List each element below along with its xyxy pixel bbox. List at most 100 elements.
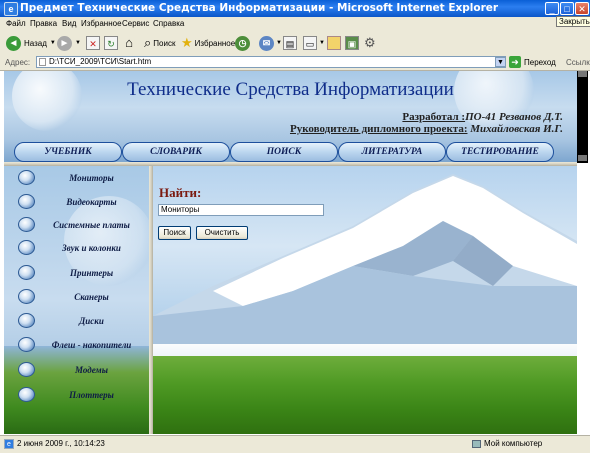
address-input[interactable]: D:\ТСИ_2009\ТСИ\Start.htm: [36, 56, 506, 68]
grass-background: [153, 356, 577, 434]
developer-label: Разработал :: [402, 111, 466, 123]
status-bar: e 2 июня 2009 г., 10:14:23 Мой компьютер: [0, 435, 590, 453]
address-bar: Адрес: D:\ТСИ_2009\ТСИ\Start.htm ▼ ➜ Пер…: [0, 55, 590, 71]
forward-arrow-icon: ►: [57, 35, 72, 51]
menu-help[interactable]: Справка: [153, 19, 184, 28]
sidebar-item-monitors[interactable]: Мониторы: [18, 169, 148, 186]
chevron-down-icon: ▼: [319, 40, 325, 46]
research-icon: ⚙: [364, 35, 376, 50]
toolbar: ◄ Назад ▼ ► ▼ ✕ ↻ ⌂ ⌕ Поиск ★ Избранное …: [0, 31, 590, 56]
zone-label: Мой компьютер: [484, 439, 543, 448]
clear-button[interactable]: Очистить: [196, 226, 248, 240]
scroll-up-arrow[interactable]: [578, 71, 587, 77]
printer-icon: ▤: [283, 36, 297, 50]
sidebar-item-disks[interactable]: Диски: [18, 312, 148, 329]
close-tooltip: Закрыть: [556, 16, 590, 27]
history-button[interactable]: ◷: [235, 34, 250, 52]
main-frame: Найти: Мониторы Поиск Очистить: [153, 166, 577, 434]
refresh-icon: ↻: [104, 36, 118, 50]
manager-value: Михайловская И.Г.: [467, 123, 563, 135]
sidebar-item-motherboards[interactable]: Системные платы: [18, 216, 148, 233]
search-title: Найти:: [159, 185, 202, 200]
address-dropdown-button[interactable]: ▼: [495, 57, 506, 67]
favorites-label: Избранное: [194, 38, 236, 48]
sphere-icon: [18, 265, 35, 280]
chevron-down-icon: ▼: [49, 40, 56, 46]
nav-textbook[interactable]: УЧЕБНИК: [14, 142, 122, 162]
sidebar-item-flash[interactable]: Флеш - накопители: [18, 336, 148, 353]
search-button[interactable]: ⌕ Поиск: [144, 34, 175, 52]
edit-button[interactable]: ▭ ▼: [303, 34, 325, 52]
sidebar-item-scanners[interactable]: Сканеры: [18, 288, 148, 305]
manager-label: Руководитель дипломного проекта:: [289, 123, 468, 135]
computer-icon: [472, 439, 481, 448]
maximize-button[interactable]: □: [560, 2, 574, 15]
folder-icon: [327, 36, 341, 50]
developer-credit: Разработал :ПО-41 Резванов Д.Т.: [402, 111, 563, 123]
developer-value: ПО-41 Резванов Д.Т.: [465, 111, 563, 123]
sidebar-frame: Мониторы Видеокарты Системные платы Звук…: [4, 166, 149, 434]
security-zone: Мой компьютер: [472, 439, 542, 448]
minimize-button[interactable]: _: [545, 2, 559, 15]
links-button[interactable]: Ссылки: [566, 58, 590, 67]
sphere-icon: [18, 313, 35, 328]
chevron-down-icon: ▼: [276, 40, 282, 46]
manager-credit: Руководитель дипломного проекта: Михайло…: [290, 123, 563, 135]
back-label: Назад: [24, 38, 47, 48]
go-button[interactable]: ➜ Переход: [509, 56, 556, 68]
star-icon: ★: [181, 35, 193, 50]
research-button[interactable]: ⚙: [364, 34, 376, 52]
search-label: Поиск: [153, 38, 176, 48]
mail-icon: ✉: [259, 35, 274, 51]
close-button[interactable]: ✕: [575, 2, 589, 15]
menu-edit[interactable]: Правка: [30, 19, 57, 28]
header-frame: Технические Средства Информатизации Разр…: [4, 71, 577, 162]
sphere-icon: [18, 194, 35, 209]
nav-literature[interactable]: ЛИТЕРАТУРА: [338, 142, 446, 162]
window-title-bar: e Предмет Технические Средства Информати…: [0, 0, 590, 17]
page-icon: [39, 58, 46, 66]
nav-testing[interactable]: ТЕСТИРОВАНИЕ: [446, 142, 554, 162]
back-button[interactable]: ◄ Назад ▼: [6, 34, 56, 52]
search-input[interactable]: Мониторы: [158, 204, 324, 216]
sidebar-item-printers[interactable]: Принтеры: [18, 264, 148, 281]
search-submit-button[interactable]: Поиск: [158, 226, 191, 240]
page-viewport: Технические Средства Информатизации Разр…: [4, 71, 577, 434]
menu-favorites[interactable]: Избранное: [81, 19, 122, 28]
ie-icon: e: [4, 2, 18, 16]
print-button[interactable]: ▤: [283, 34, 297, 52]
forward-button[interactable]: ► ▼: [57, 34, 81, 52]
go-arrow-icon: ➜: [509, 56, 521, 68]
menu-tools[interactable]: Сервис: [122, 19, 149, 28]
sidebar-item-videocards[interactable]: Видеокарты: [18, 193, 148, 210]
nav-glossary[interactable]: СЛОВАРИК: [122, 142, 230, 162]
history-icon: ◷: [235, 35, 250, 51]
sidebar-item-plotters[interactable]: Плоттеры: [18, 386, 148, 403]
address-label: Адрес:: [5, 58, 31, 67]
sidebar-item-modems[interactable]: Модемы: [18, 361, 148, 378]
page-status-icon: e: [4, 439, 14, 449]
menu-view[interactable]: Вид: [62, 19, 76, 28]
scroll-down-arrow[interactable]: [578, 155, 587, 161]
mountain-image: [153, 174, 577, 356]
stop-icon: ✕: [86, 36, 100, 50]
menu-file[interactable]: Файл: [6, 19, 26, 28]
header-scrollbar[interactable]: [577, 71, 588, 163]
sidebar-item-sound[interactable]: Звук и колонки: [18, 239, 148, 256]
nav-search[interactable]: ПОИСК: [230, 142, 338, 162]
search-icon: ⌕: [144, 35, 152, 50]
stop-button[interactable]: ✕: [86, 34, 100, 52]
messenger-button[interactable]: ▣: [345, 34, 359, 52]
sphere-icon: [18, 240, 35, 255]
sphere-icon: [18, 217, 35, 232]
home-icon: ⌂: [125, 35, 133, 50]
home-button[interactable]: ⌂: [122, 34, 136, 52]
sphere-icon: [18, 337, 35, 352]
discuss-button[interactable]: [327, 34, 341, 52]
sphere-icon: [18, 362, 35, 377]
refresh-button[interactable]: ↻: [104, 34, 118, 52]
chevron-down-icon: ▼: [75, 40, 81, 46]
mail-button[interactable]: ✉ ▼: [259, 34, 282, 52]
sphere-icon: [18, 170, 35, 185]
favorites-button[interactable]: ★ Избранное: [181, 34, 235, 52]
